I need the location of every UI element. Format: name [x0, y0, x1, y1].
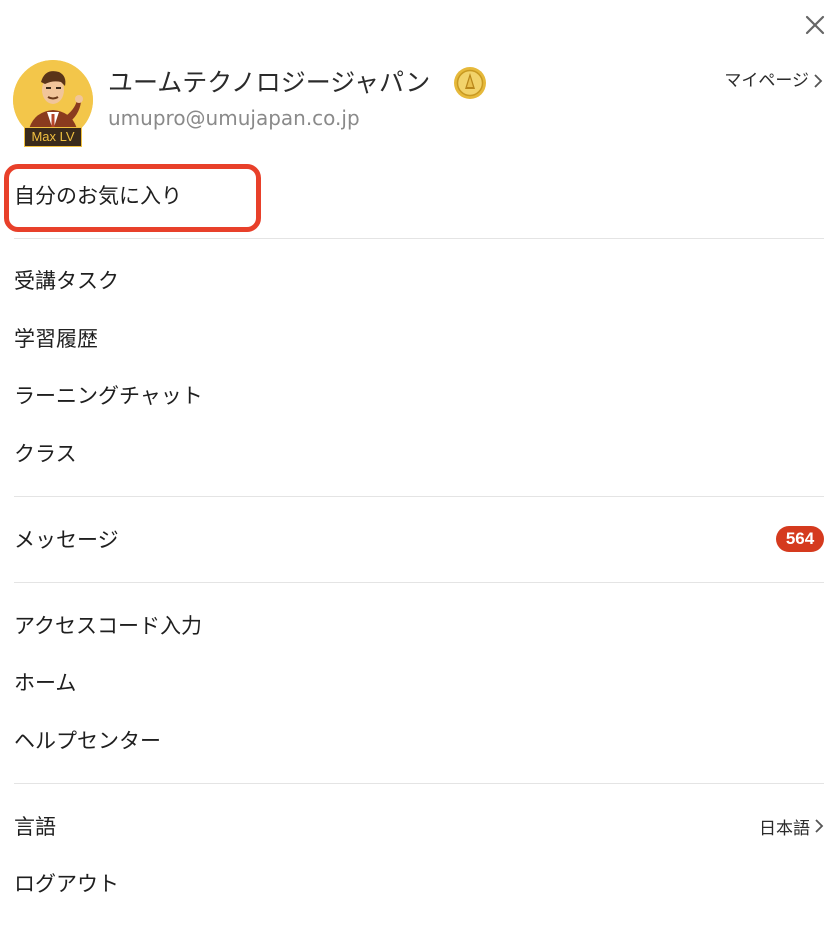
menu-item-history[interactable]: 学習履歴 [14, 318, 824, 358]
mypage-label: マイページ [724, 71, 809, 91]
menu-item-home[interactable]: ホーム [14, 662, 824, 702]
language-selector[interactable]: 日本語 [759, 814, 824, 839]
divider [14, 238, 824, 239]
mypage-link[interactable]: マイページ [724, 68, 823, 94]
chevron-right-icon [814, 74, 823, 88]
menu-item-label: 受講タスク [14, 269, 119, 293]
menu-item-label: メッセージ [14, 528, 119, 552]
divider [14, 496, 824, 497]
menu-item-language[interactable]: 言語 日本語 [14, 806, 824, 846]
menu-item-help-center[interactable]: ヘルプセンター [14, 720, 824, 760]
gold-medal-icon [454, 67, 486, 99]
menu-item-label: ホーム [14, 671, 77, 695]
menu-item-class[interactable]: クラス [14, 433, 824, 473]
level-badge: Max LV [24, 127, 82, 147]
menu-item-logout[interactable]: ログアウト [14, 863, 824, 903]
language-value: 日本語 [759, 818, 810, 839]
menu-item-access-code[interactable]: アクセスコード入力 [14, 605, 824, 645]
menu-item-label: ログアウト [14, 872, 119, 896]
menu-item-label: ラーニングチャット [14, 384, 203, 408]
company-name: ユームテクノロジージャパン [108, 68, 431, 97]
menu-item-favorites[interactable]: 自分のお気に入り [14, 175, 824, 215]
menu-item-messages[interactable]: メッセージ 564 [14, 519, 824, 559]
divider [14, 582, 824, 583]
menu-item-tasks[interactable]: 受講タスク [14, 260, 824, 300]
close-icon [805, 15, 825, 35]
profile-header: Max LV ユームテクノロジージャパン umupro@umujapan.co.… [13, 60, 828, 150]
user-email: umupro@umujapan.co.jp [108, 106, 360, 130]
unread-count-badge: 564 [776, 526, 824, 552]
menu-item-label: クラス [14, 442, 77, 466]
close-button[interactable] [800, 10, 830, 40]
menu-item-label: 自分のお気に入り [14, 184, 182, 208]
menu-item-label: アクセスコード入力 [14, 614, 202, 638]
menu-item-label: ヘルプセンター [14, 729, 161, 753]
chevron-right-icon [815, 819, 824, 833]
divider [14, 783, 824, 784]
menu-item-learning-chat[interactable]: ラーニングチャット [14, 375, 824, 415]
menu-item-label: 言語 [14, 815, 56, 839]
menu-item-label: 学習履歴 [14, 327, 98, 351]
